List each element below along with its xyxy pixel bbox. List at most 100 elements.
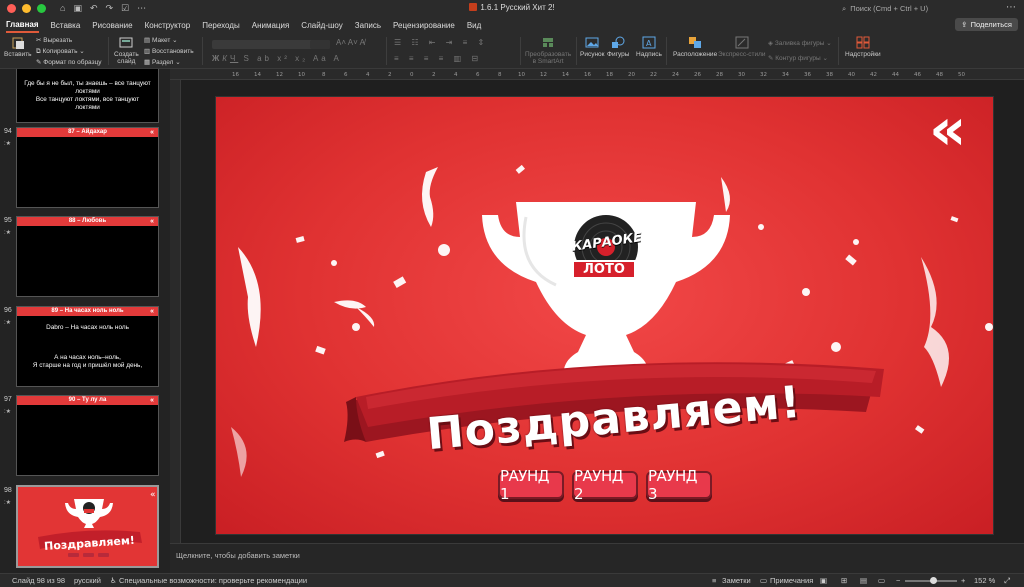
paste-button[interactable]: Вставить	[4, 36, 32, 58]
reset-icon: ▥	[144, 48, 151, 55]
slideshow-view-icon[interactable]: ▭	[878, 576, 885, 585]
slide-thumbnail-94[interactable]: 87 – Айдахар «	[16, 127, 159, 208]
svg-text:40: 40	[848, 72, 855, 78]
zoom-level[interactable]: 152 %	[974, 576, 995, 585]
arrange-button[interactable]: Расположение	[673, 36, 717, 58]
svg-text:12: 12	[276, 72, 283, 78]
zoom-window-button[interactable]	[37, 4, 46, 13]
home-icon[interactable]: ⌂	[60, 3, 65, 14]
svg-text:10: 10	[298, 72, 305, 78]
zoom-slider-handle[interactable]	[930, 577, 937, 584]
tab-review[interactable]: Рецензирование	[393, 19, 455, 32]
tab-record[interactable]: Запись	[355, 19, 381, 32]
svg-text:38: 38	[826, 72, 833, 78]
slide-thumbnail-93[interactable]: Где бы я не был, ты знаешь – все танцуют…	[16, 69, 159, 123]
svg-text:«: «	[150, 490, 156, 500]
svg-text:44: 44	[892, 72, 899, 78]
undo-icon[interactable]: ↶	[90, 3, 98, 14]
insert-textbox-button[interactable]: A Надпись	[636, 36, 662, 58]
redo-icon[interactable]: ↷	[106, 3, 114, 14]
shape-fill-button[interactable]: ◈ Заливка фигуры ⌄	[768, 39, 832, 47]
more-icon[interactable]: ⋯	[137, 3, 146, 14]
notes-toggle-button[interactable]: Заметки	[722, 576, 751, 585]
insert-picture-button[interactable]: Рисунок	[580, 36, 605, 58]
share-button[interactable]: ⇪ Поделиться	[955, 18, 1018, 31]
zoom-in-button[interactable]: +	[961, 576, 965, 585]
cut-button[interactable]: ✂ Вырезать	[36, 36, 72, 44]
tab-animations[interactable]: Анимация	[252, 19, 290, 32]
font-size-controls[interactable]: A˄ A˅ A̸	[336, 38, 365, 47]
font-size-select[interactable]	[310, 40, 330, 49]
convert-smartart-button[interactable]: Преобразовать в SmartArt	[525, 36, 571, 65]
reading-view-icon[interactable]: ▤	[860, 576, 867, 585]
tab-insert[interactable]: Вставка	[51, 19, 81, 32]
slide-thumbnail-95[interactable]: 88 – Любовь «	[16, 216, 159, 297]
vertical-ruler	[170, 80, 181, 543]
comments-button[interactable]: Примечания	[770, 576, 813, 585]
titlebar-more-icon[interactable]: ⋯	[1006, 2, 1016, 13]
new-slide-button[interactable]: Создать слайд	[114, 36, 139, 65]
zoom-out-button[interactable]: −	[896, 576, 900, 585]
slide-thumbnail-97[interactable]: 90 – Ту лу ла «	[16, 395, 159, 476]
format-painter-button[interactable]: ✎ Формат по образцу	[36, 58, 102, 66]
quick-styles-button[interactable]: Экспресс-стили	[718, 36, 766, 58]
back-chevron-icon[interactable]: «	[929, 99, 989, 159]
tab-home[interactable]: Главная	[6, 18, 39, 33]
svg-text:28: 28	[716, 72, 723, 78]
round-2-button[interactable]: РАУНД 2	[572, 467, 638, 503]
accessibility-icon: ♿	[110, 576, 117, 585]
svg-text:8: 8	[322, 72, 326, 78]
fit-slide-icon[interactable]: ⤢	[1004, 576, 1010, 586]
clear-format-icon: A̸	[359, 38, 365, 47]
reset-button[interactable]: ▥ Восстановить	[144, 47, 194, 55]
addins-button[interactable]: Надстройки	[845, 36, 881, 58]
paragraph-controls-row1[interactable]: ☰ ☷ ⇤ ⇥ ≡ ⇕	[394, 38, 488, 47]
insert-shapes-button[interactable]: Фигуры	[607, 36, 629, 58]
save-icon[interactable]: ▣	[73, 3, 82, 14]
tab-slideshow[interactable]: Слайд-шоу	[301, 19, 342, 32]
checklist-icon[interactable]: ☑	[121, 3, 129, 14]
slide-98[interactable]: « КАРАОКЕ ЛОТО Поздравляем! РАУНД 1 РАУН…	[216, 97, 993, 534]
minimize-window-button[interactable]	[22, 4, 31, 13]
layout-button[interactable]: ▤ Макет ⌄	[144, 36, 178, 44]
svg-text:14: 14	[562, 72, 569, 78]
svg-text:4: 4	[366, 72, 370, 78]
textbox-icon: A	[642, 36, 656, 49]
section-button[interactable]: ▦ Раздел ⌄	[144, 58, 181, 66]
svg-text:20: 20	[628, 72, 635, 78]
slide-counter: Слайд 98 из 98	[12, 576, 66, 585]
font-format-buttons[interactable]: ЖКЧ S ab x² x₂ Aa A	[212, 54, 342, 63]
notes-pane[interactable]: Щелкните, чтобы добавить заметки	[170, 543, 1024, 573]
language-indicator[interactable]: русский	[74, 576, 101, 585]
fill-bucket-icon: ◈	[768, 40, 773, 47]
slide-number: 95	[4, 217, 12, 224]
ribbon-tabs: Главная Вставка Рисование Конструктор Пе…	[0, 17, 1024, 33]
slide-thumbnail-98[interactable]: Поздравляем! «	[16, 485, 159, 568]
paragraph-controls-row2[interactable]: ≡ ≡ ≡ ≡ ▥ ⊟	[394, 54, 482, 63]
tab-transitions[interactable]: Переходы	[202, 19, 240, 32]
search-box[interactable]: ⌕ Поиск (Cmd + Ctrl + U)	[842, 3, 982, 14]
copy-icon: ⧉	[36, 48, 41, 55]
slide-thumbnail-96[interactable]: 89 – На часах ноль ноль « Dabro – На часа…	[16, 306, 159, 387]
notes-placeholder[interactable]: Щелкните, чтобы добавить заметки	[176, 551, 300, 560]
normal-view-icon[interactable]: ▣	[820, 576, 827, 585]
svg-text:4: 4	[454, 72, 458, 78]
accessibility-status[interactable]: Специальные возможности: проверьте реком…	[119, 576, 307, 585]
copy-button[interactable]: ⧉ Копировать ⌄	[36, 47, 85, 56]
tab-draw[interactable]: Рисование	[92, 19, 132, 32]
tab-view[interactable]: Вид	[467, 19, 481, 32]
slide-98-thumbnail-art: Поздравляем! «	[38, 490, 156, 557]
shape-outline-button[interactable]: ✎ Контур фигуры ⌄	[768, 54, 828, 62]
tab-design[interactable]: Конструктор	[145, 19, 191, 32]
slide-thumbnails-panel[interactable]: Где бы я не был, ты знаешь – все танцуют…	[0, 69, 170, 573]
svg-text:18: 18	[606, 72, 613, 78]
close-window-button[interactable]	[7, 4, 16, 13]
round-3-button[interactable]: РАУНД 3	[646, 467, 712, 503]
paste-icon	[12, 37, 24, 49]
round-1-button[interactable]: РАУНД 1	[498, 467, 564, 503]
svg-text:2: 2	[388, 72, 392, 78]
svg-text:12: 12	[540, 72, 547, 78]
slide-sorter-view-icon[interactable]: ⊞	[841, 576, 847, 585]
svg-text:42: 42	[870, 72, 877, 78]
shapes-icon	[612, 36, 625, 48]
